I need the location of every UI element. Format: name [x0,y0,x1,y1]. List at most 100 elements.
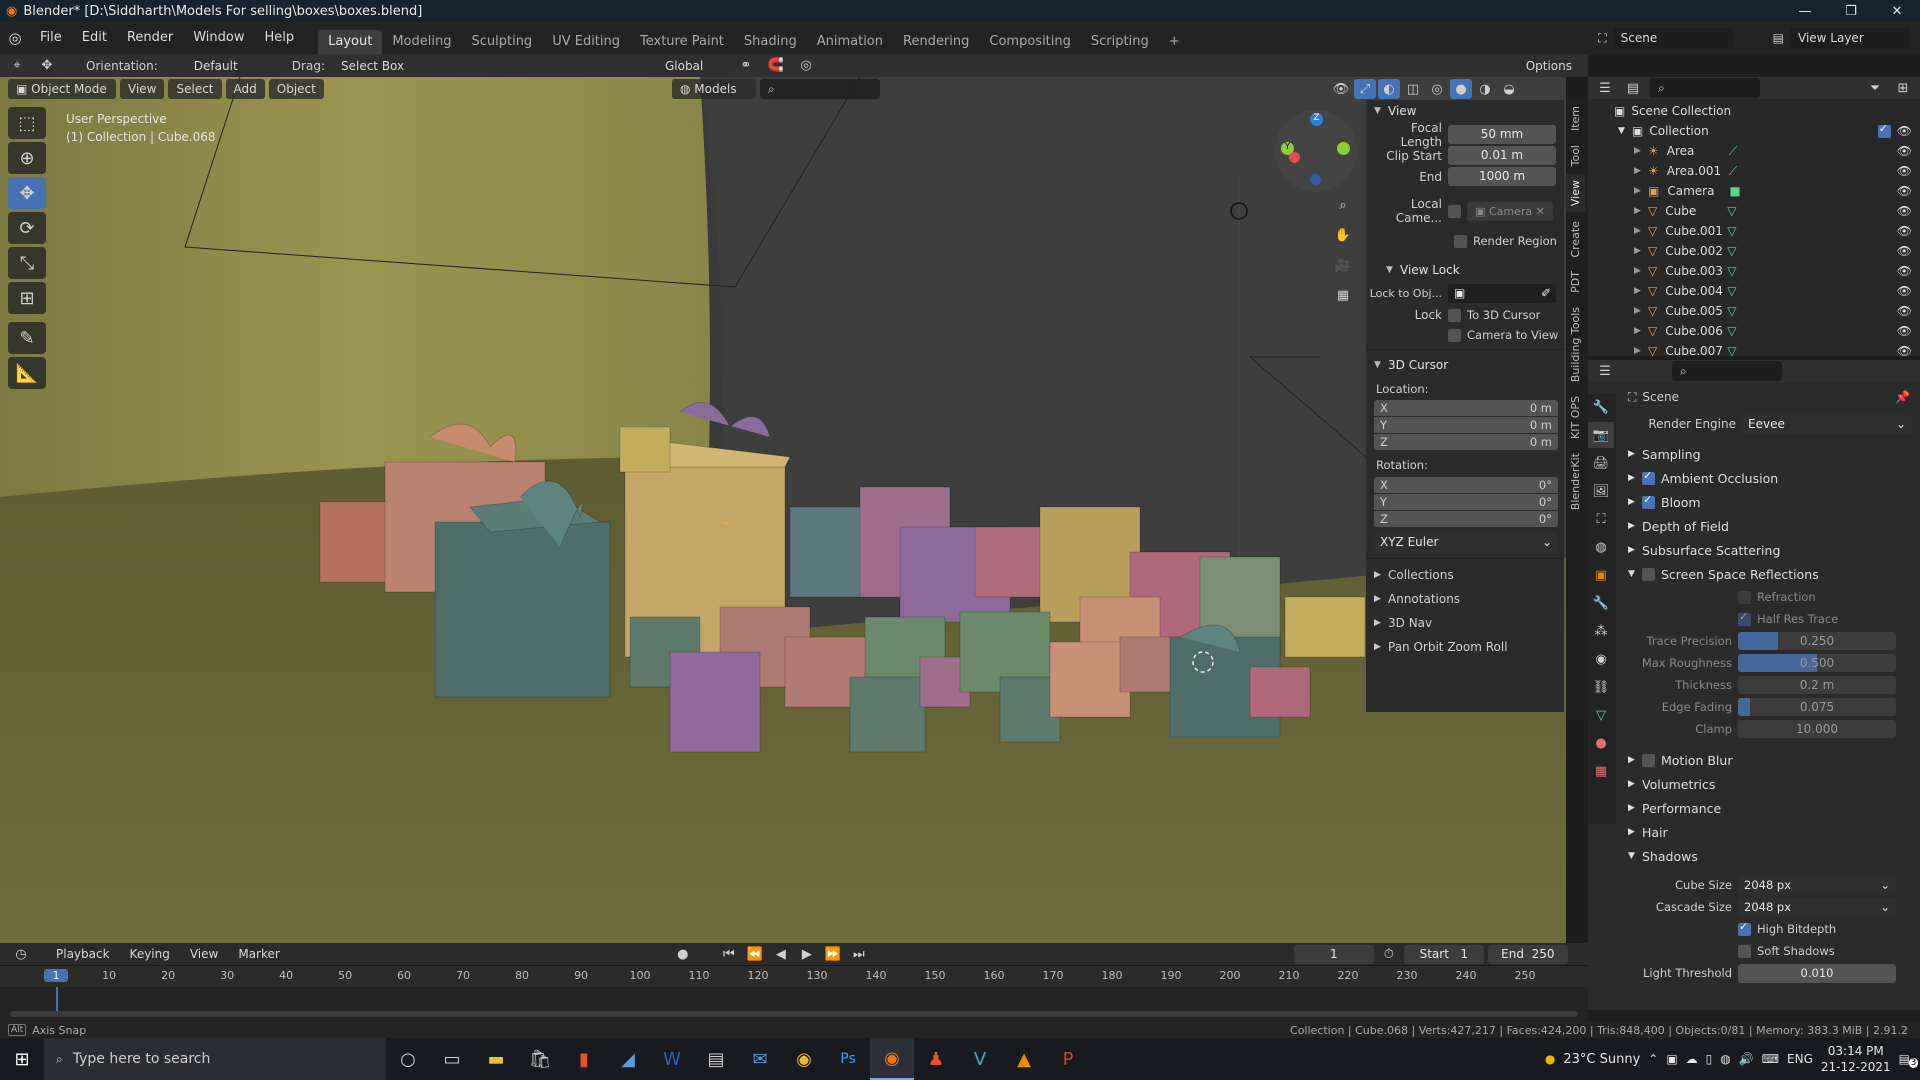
jump-start-icon[interactable]: ⏮ [718,944,740,964]
gizmo-neg-z-axis[interactable] [1310,174,1321,185]
powerpoint-icon[interactable]: P [1046,1038,1090,1080]
render-properties-icon[interactable]: 📷 [1588,422,1614,448]
display-mode-icon[interactable]: ▤ [1622,78,1644,98]
menu-edit[interactable]: Edit [72,22,117,54]
tray-icon[interactable]: ▣ [1666,1052,1677,1066]
outliner-editor-icon[interactable]: ☰ [1594,78,1616,98]
eye-icon[interactable]: 👁 [1897,244,1912,258]
tab-uv-editing[interactable]: UV Editing [542,30,630,54]
outliner-item[interactable]: ▶ ▽ Cube.005 ▽ 👁 [1588,301,1920,321]
clip-start-field[interactable]: 0.01 m [1448,146,1556,165]
depth-of-field-panel[interactable]: ▶ Depth of Field [1628,514,1920,538]
task-view-icon[interactable]: ▭ [430,1038,474,1080]
preview-range-icon[interactable]: ⏱ [1378,944,1400,964]
app-icon-3[interactable]: ♟ [914,1038,958,1080]
modifier-properties-icon[interactable]: 🔧 [1588,590,1614,616]
tab-rendering[interactable]: Rendering [893,30,979,54]
wireframe-shading-icon[interactable]: ◎ [1426,79,1448,99]
tab-tool[interactable]: Tool [1566,139,1585,172]
object-data-icon[interactable]: ▽ [1727,204,1736,218]
weather-icon[interactable]: ● [1545,1052,1555,1066]
expand-arrow-icon[interactable]: ▼ [1618,126,1632,136]
bloom-panel[interactable]: ▶ Bloom [1628,490,1920,514]
cortana-icon[interactable]: ○ [386,1038,430,1080]
filter-icon[interactable]: ⏷ [1864,78,1886,98]
constraint-properties-icon[interactable]: ⛓ [1588,674,1614,700]
object-data-icon[interactable]: ⟋ [1729,164,1737,179]
office-icon[interactable]: ▮ [562,1038,606,1080]
outliner-item[interactable]: ▶ ☀ Area ⟋ 👁 [1588,141,1920,161]
expand-arrow-icon[interactable]: ▶ [1634,246,1648,256]
volume-icon[interactable]: 🔊 [1739,1052,1754,1066]
expand-arrow-icon[interactable]: ▶ [1634,226,1648,236]
scene-icon[interactable]: ⛶ [1598,31,1606,46]
object-data-icon[interactable]: ▽ [1727,224,1736,238]
cursor-location-z-field[interactable]: Z 0 m [1374,434,1558,450]
object-data-icon[interactable]: ▽ [1727,304,1736,318]
expand-arrow-icon[interactable]: ▶ [1634,146,1648,156]
gizmo-x-axis[interactable] [1337,142,1350,155]
pin-icon[interactable]: 📌 [1895,390,1910,404]
tab-item[interactable]: Item [1566,100,1585,137]
end-frame-field[interactable]: End 250 [1487,944,1568,964]
sampling-panel[interactable]: ▶ Sampling [1628,442,1920,466]
weather-label[interactable]: 23°C Sunny [1563,1052,1640,1067]
eye-icon[interactable]: 👁 [1897,264,1912,278]
bloom-checkbox[interactable] [1642,493,1655,509]
xray-icon[interactable]: ◫ [1402,79,1424,99]
3d-viewport[interactable]: ▣ Object Mode View Select Add Object ◍ M… [0,77,1566,943]
outliner-item[interactable]: ▶ ▽ Cube ▽ 👁 [1588,201,1920,221]
gizmo-icon[interactable]: ⤢ [1354,79,1376,99]
texture-properties-icon[interactable]: ▦ [1588,758,1614,784]
viewport-search-field[interactable]: ⌕ [760,79,880,99]
rotate-tool-icon[interactable]: ⟳ [8,212,46,244]
lock-to-object-field[interactable]: ▣ ✐ [1448,283,1556,303]
collection-filter-dropdown[interactable]: ◍ Models [672,79,756,99]
motion-blur-checkbox[interactable] [1642,753,1655,767]
eye-icon[interactable]: 👁 [1897,324,1912,338]
edge-fading-slider[interactable]: 0.075 [1738,698,1896,716]
expand-arrow-icon[interactable]: ▶ [1634,186,1648,196]
onedrive-icon[interactable]: ☁ [1686,1052,1698,1066]
file-explorer-icon[interactable]: ▬ [474,1038,518,1080]
soft-shadows-checkbox[interactable] [1738,944,1751,958]
menu-help[interactable]: Help [255,22,305,54]
close-icon[interactable]: ✕ [1874,4,1920,19]
expand-arrow-icon[interactable]: ▶ [1634,306,1648,316]
view-panel-header[interactable]: ▼ View [1366,100,1564,122]
word-icon[interactable]: W [650,1038,694,1080]
data-properties-icon[interactable]: ▽ [1588,702,1614,728]
trace-precision-slider[interactable]: 0.250 [1738,632,1896,650]
clock[interactable]: 03:14 PM 21-12-2021 [1821,1043,1891,1075]
properties-search-field[interactable]: ⌕ [1672,361,1782,381]
windows-start-icon[interactable]: ⊞ [0,1038,44,1080]
select-box-tool-icon[interactable]: ⬚ [8,107,46,139]
scene-properties-icon[interactable]: ⛶ [1588,506,1614,532]
new-collection-icon[interactable]: ⊞ [1892,78,1914,98]
outliner-item[interactable]: ▶ ▣ Camera ■ 👁 [1588,181,1920,201]
view-layer-icon[interactable]: ▤ [1773,31,1784,45]
move-tool-icon[interactable]: ✥ [8,177,46,209]
subsurface-scattering-panel[interactable]: ▶ Subsurface Scattering [1628,538,1920,562]
options-dropdown[interactable]: Options [1517,55,1580,76]
clamp-field[interactable]: 10.000 [1738,720,1896,738]
object-data-icon[interactable]: ▽ [1727,344,1736,358]
max-roughness-slider[interactable]: 0.500 [1738,654,1896,672]
eye-icon[interactable]: 👁 [1897,304,1912,318]
visibility-icon[interactable]: 👁 [1330,79,1352,99]
outliner-item[interactable]: ▶ ▽ Cube.006 ▽ 👁 [1588,321,1920,341]
view-layer-selector[interactable]: View Layer [1790,28,1910,48]
eye-icon[interactable]: 👁 [1897,204,1912,218]
minimize-icon[interactable]: — [1782,4,1828,19]
language-label[interactable]: ENG [1787,1052,1813,1066]
blender-menu-icon[interactable]: ◎ [0,29,30,47]
navigation-gizmo[interactable]: Z Y [1275,110,1357,192]
restore-icon[interactable]: ❐ [1828,4,1874,19]
battery-icon[interactable]: ▯ [1706,1052,1713,1066]
cube-size-dropdown[interactable]: 2048 px ⌄ [1738,875,1896,895]
marker-menu[interactable]: Marker [230,944,287,964]
collapsed-panel-3[interactable]: ▶ Pan Orbit Zoom Roll [1366,635,1564,659]
local-camera-field[interactable]: ▣ Camera ✕ [1467,201,1553,221]
tab-layout[interactable]: Layout [318,30,383,54]
tab-create[interactable]: Create [1566,215,1585,264]
